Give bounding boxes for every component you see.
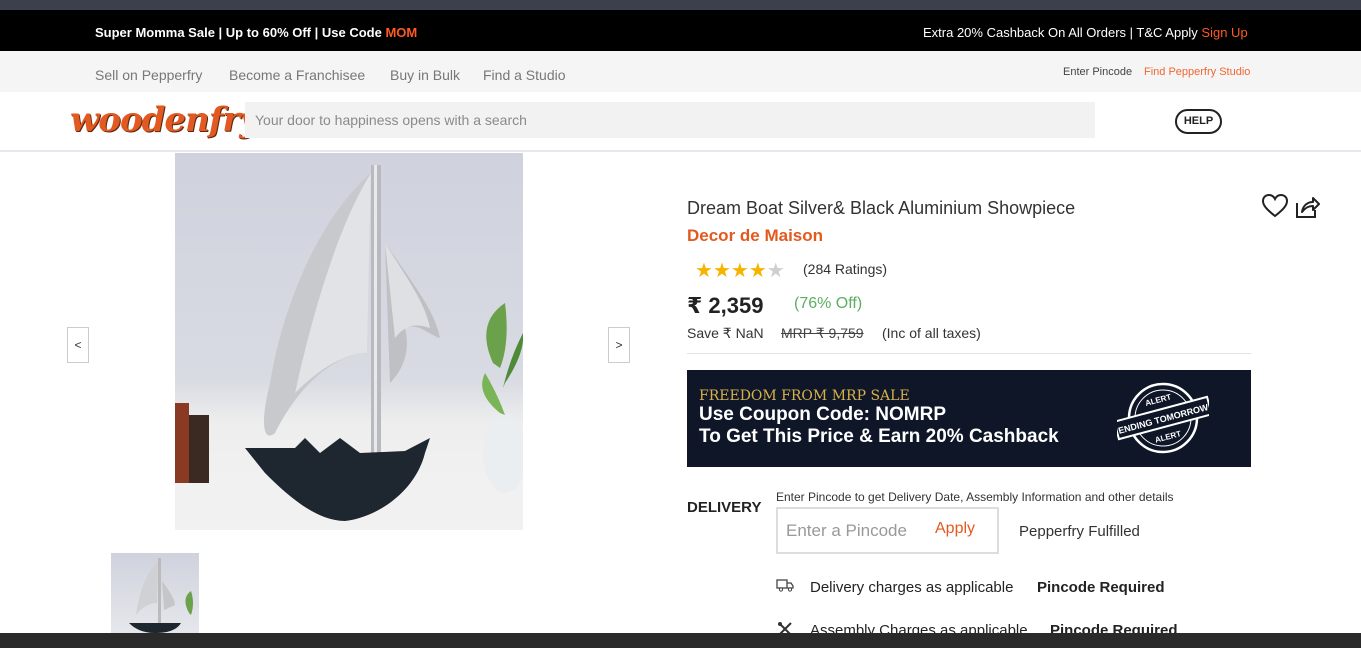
promo-code: MOM — [385, 25, 418, 40]
product-price: ₹ 2,359 — [687, 293, 764, 318]
seal-alert-bottom: ALERT — [1154, 429, 1182, 445]
star-filled-icon: ★ — [695, 260, 713, 282]
product-brand[interactable]: Decor de Maison — [687, 226, 823, 246]
promo-bar: Super Momma Sale | Up to 60% Off | Use C… — [0, 10, 1361, 51]
find-studio-link[interactable]: Find Pepperfry Studio — [1144, 66, 1250, 78]
coupon-banner[interactable]: FREEDOM FROM MRP SALE Use Coupon Code: N… — [687, 370, 1251, 467]
star-filled-icon: ★ — [748, 260, 767, 282]
star-empty-icon: ★ — [766, 260, 785, 282]
banner-coupon-code: Use Coupon Code: NOMRP — [699, 404, 946, 425]
star-filled-icon: ★ — [730, 260, 749, 282]
find-a-studio-link[interactable]: Find a Studio — [483, 67, 566, 83]
pincode-box: Apply — [776, 507, 999, 554]
truck-icon — [776, 578, 794, 596]
help-button[interactable]: HELP — [1175, 109, 1222, 134]
alert-seal-icon: ENDING TOMORROW ALERT ALERT — [1117, 382, 1209, 454]
wishlist-heart-icon[interactable] — [1261, 193, 1289, 223]
promo-left-text: Super Momma Sale | Up to 60% Off | Use C… — [95, 25, 386, 40]
become-franchisee-link[interactable]: Become a Franchisee — [229, 67, 365, 83]
buy-in-bulk-link[interactable]: Buy in Bulk — [390, 67, 460, 83]
boat-illustration — [175, 165, 523, 530]
gallery-prev-button[interactable]: < — [67, 327, 89, 363]
product-thumbnail[interactable] — [111, 553, 199, 633]
utility-bar: Sell on Pepperfry Become a Franchisee Bu… — [0, 51, 1361, 92]
delivery-pincode-required: Pincode Required — [1037, 579, 1165, 596]
share-icon[interactable] — [1294, 195, 1320, 224]
star-filled-icon: ★ — [712, 260, 731, 282]
sell-on-pepperfry-link[interactable]: Sell on Pepperfry — [95, 67, 202, 83]
banner-cashback-text: To Get This Price & Earn 20% Cashback — [699, 426, 1059, 447]
gallery-next-button[interactable]: > — [608, 327, 630, 363]
divider — [687, 353, 1251, 354]
boat-thumbnail-illustration — [129, 558, 193, 633]
delivery-label: DELIVERY — [687, 499, 762, 516]
product-main-image[interactable] — [175, 153, 523, 530]
apply-button[interactable]: Apply — [935, 520, 975, 538]
site-header: woodenfry HELP — [0, 92, 1361, 152]
tax-note: (Inc of all taxes) — [882, 325, 981, 341]
mrp-price: MRP ₹ 9,759 — [781, 325, 864, 341]
promo-right-text: Extra 20% Cashback On All Orders | T&C A… — [923, 25, 1202, 40]
sign-up-link[interactable]: Sign Up — [1201, 25, 1247, 40]
enter-pincode-link[interactable]: Enter Pincode — [1063, 66, 1132, 78]
fulfilled-label: Pepperfry Fulfilled — [1019, 523, 1140, 540]
search-input[interactable] — [245, 102, 1095, 138]
bottom-bar — [0, 633, 1361, 648]
pincode-input[interactable] — [786, 521, 926, 541]
discount-percent: (76% Off) — [794, 295, 863, 312]
delivery-charges-text: Delivery charges as applicable — [810, 579, 1014, 596]
rating-stars: ★★★★★ — [695, 258, 785, 283]
delivery-info: Enter Pincode to get Delivery Date, Asse… — [776, 490, 1174, 504]
ratings-count[interactable]: (284 Ratings) — [803, 261, 887, 277]
product-title: Dream Boat Silver& Black Aluminium Showp… — [687, 198, 1076, 218]
banner-sale-title: FREEDOM FROM MRP SALE — [699, 388, 910, 404]
window-top-strip — [0, 0, 1361, 10]
promo-left: Super Momma Sale | Up to 60% Off | Use C… — [95, 25, 417, 40]
promo-right: Extra 20% Cashback On All Orders | T&C A… — [923, 25, 1248, 40]
save-amount: Save ₹ NaN — [687, 325, 764, 341]
site-logo[interactable]: woodenfry — [70, 100, 259, 140]
